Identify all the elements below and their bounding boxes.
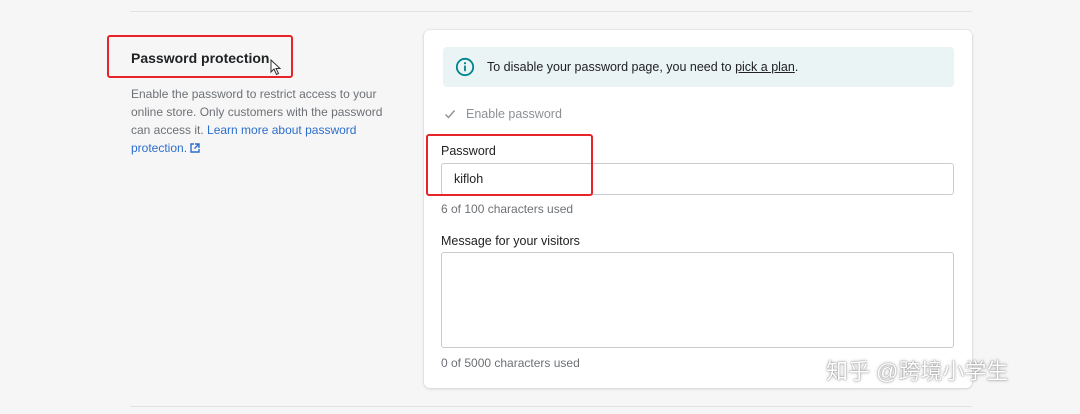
pick-a-plan-link[interactable]: pick a plan bbox=[735, 60, 795, 74]
password-settings-card: To disable your password page, you need … bbox=[424, 30, 972, 388]
enable-password-checkbox[interactable] bbox=[444, 108, 456, 120]
watermark: 知乎 @跨境小学生 bbox=[786, 350, 1056, 390]
message-textarea[interactable] bbox=[441, 252, 954, 348]
info-banner: To disable your password page, you need … bbox=[443, 47, 954, 87]
enable-password-row[interactable]: Enable password bbox=[444, 107, 562, 121]
external-link-icon[interactable] bbox=[190, 143, 200, 153]
message-label: Message for your visitors bbox=[441, 234, 580, 248]
banner-message: To disable your password page, you need … bbox=[487, 60, 798, 74]
message-char-count: 0 of 5000 characters used bbox=[441, 356, 580, 370]
wechat-logo-icon bbox=[787, 359, 818, 380]
banner-text: To disable your password page, you need … bbox=[487, 60, 736, 74]
banner-suffix: . bbox=[794, 60, 799, 74]
annotation-highlight-title bbox=[107, 35, 293, 78]
password-char-count: 6 of 100 characters used bbox=[441, 202, 574, 216]
bottom-divider bbox=[130, 406, 972, 407]
annotation-highlight-password bbox=[426, 134, 593, 196]
section-description: Enable the password to restrict access t… bbox=[131, 85, 393, 157]
top-divider bbox=[130, 11, 972, 12]
watermark-text: 知乎 @跨境小学生 bbox=[826, 359, 1009, 384]
info-icon bbox=[455, 57, 475, 77]
enable-password-label: Enable password bbox=[466, 107, 562, 121]
